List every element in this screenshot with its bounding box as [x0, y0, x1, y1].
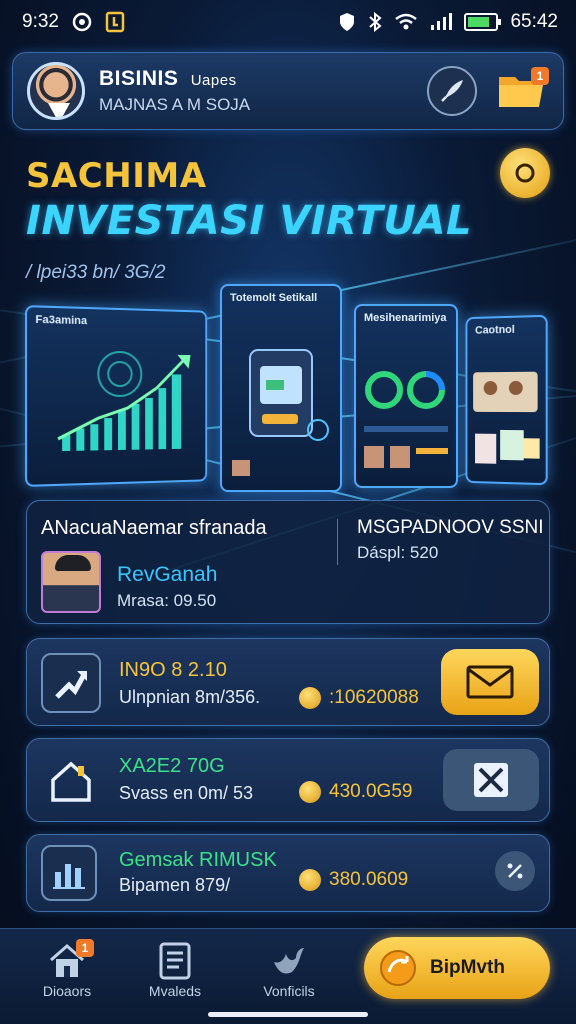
status-time-right: 65:42: [510, 11, 558, 33]
gallery-graphic: [467, 341, 545, 483]
investor-profile-card[interactable]: ANacuaNaemar sfranada MSGPADNOOV SSNI Dá…: [26, 500, 550, 624]
item-3-sub: Bipamen 879/: [119, 875, 230, 896]
hero-subtitle: / lpei33 bn/ 3G/2: [26, 262, 165, 284]
ring-chart-graphic: [356, 330, 456, 480]
folder-button[interactable]: 1: [497, 65, 549, 117]
hero-title: INVESTASI VIRTUAL: [26, 198, 472, 244]
status-time-left: 9:32: [22, 11, 59, 33]
nav-item-bird-label: Vonficils: [244, 983, 334, 999]
profile-photo: [41, 551, 101, 613]
rocket-button[interactable]: [427, 66, 477, 116]
item-1-action-button[interactable]: [441, 649, 539, 715]
shield-icon: [338, 12, 356, 32]
wallet-panel-title: Totemolt Setikall: [222, 286, 340, 310]
coin-swap-icon: [378, 948, 418, 988]
growth-chart-graphic: [27, 332, 203, 477]
bluetooth-icon: [368, 12, 382, 32]
home-indicator[interactable]: [208, 1012, 368, 1017]
profile-name: RevGanah: [117, 563, 217, 587]
item-2-action-button[interactable]: [443, 749, 539, 811]
bottom-navigation: 1 Dioaors Mvaleds Vonficils BipMvth: [0, 928, 576, 1024]
battery-icon: [464, 13, 498, 31]
nav-item-bird[interactable]: Vonficils: [244, 939, 334, 999]
nav-item-home-label: Dioaors: [22, 983, 112, 999]
percent-icon: [504, 860, 526, 882]
profile-meta: Mrasa: 09.50: [117, 591, 216, 611]
coin-icon: [299, 869, 321, 891]
rings-panel-title: Mesihenarimiya: [356, 306, 456, 330]
coin-button[interactable]: [500, 148, 550, 198]
item-3-name: Gemsak RIMUSK: [119, 849, 277, 872]
wifi-icon: [394, 13, 418, 31]
coin-icon: [513, 161, 537, 185]
item-1-amount: :10620088: [329, 687, 419, 709]
avatar[interactable]: [27, 62, 85, 120]
rings-panel[interactable]: Mesihenarimiya: [354, 304, 458, 488]
coin-icon: [299, 687, 321, 709]
rocket-icon: [437, 76, 467, 106]
item-2-amount: 430.0G59: [329, 781, 412, 803]
wallet-panel[interactable]: Totemolt Setikall: [220, 284, 342, 492]
home-badge: 1: [76, 939, 94, 957]
nav-item-notes-label: Mvaleds: [130, 983, 220, 999]
signal-icon: [430, 13, 452, 31]
header-titles: BISINIS Uapes MAJNAS A M SOJA: [99, 67, 427, 115]
profile-title: ANacuaNaemar sfranada: [41, 517, 267, 540]
app-title-text: BISINIS: [99, 67, 178, 90]
primary-action-label: BipMvth: [430, 957, 505, 979]
notes-icon: [157, 941, 193, 981]
target-icon: [71, 11, 93, 33]
bar-chart-icon: [41, 845, 97, 901]
house-icon: [41, 751, 101, 811]
nav-item-home[interactable]: 1 Dioaors: [22, 939, 112, 999]
item-2-sub: Svass en 0m/ 53: [119, 783, 253, 804]
item-1-name: IN9O 8 2.10: [119, 659, 227, 682]
profile-right-subtitle: Dáspl: 520: [357, 543, 438, 563]
item-2-name: XA2E2 70G: [119, 755, 225, 778]
gallery-panel-title: Caotnol: [467, 317, 545, 343]
investment-item-1[interactable]: IN9O 8 2.10 Ulnpnian 8m/356. :10620088: [26, 638, 550, 726]
wallet-icon: [222, 310, 340, 480]
bird-icon: [270, 942, 308, 980]
coin-icon: [299, 781, 321, 803]
nav-item-notes[interactable]: Mvaleds: [130, 939, 220, 999]
gallery-panel[interactable]: Caotnol: [466, 315, 548, 485]
investment-item-3[interactable]: Gemsak RIMUSK Bipamen 879/ 380.0609: [26, 834, 550, 912]
item-1-sub: Ulnpnian 8m/356.: [119, 687, 260, 708]
app-title: BISINIS Uapes: [99, 67, 427, 91]
folder-badge: 1: [531, 67, 549, 85]
investment-item-2[interactable]: XA2E2 70G Svass en 0m/ 53 430.0G59: [26, 738, 550, 822]
chart-panel[interactable]: Fa3amina: [25, 305, 207, 487]
hero-kicker: SACHIMA: [26, 156, 207, 196]
notification-icon: [105, 11, 125, 33]
primary-action-button[interactable]: BipMvth: [364, 937, 550, 999]
item-3-amount: 380.0609: [329, 869, 408, 891]
mail-icon: [465, 664, 515, 700]
status-bar: 9:32 65:42: [0, 0, 576, 44]
profile-divider: [337, 519, 338, 565]
item-3-action-button[interactable]: [495, 851, 535, 891]
app-subtitle: MAJNAS A M SOJA: [99, 95, 427, 115]
profile-header: BISINIS Uapes MAJNAS A M SOJA 1: [12, 52, 564, 130]
app-title-suffix: Uapes: [191, 72, 237, 89]
profile-right-title: MSGPADNOOV SSNI: [357, 517, 544, 539]
trend-up-icon: [41, 653, 101, 713]
close-icon: [471, 760, 511, 800]
